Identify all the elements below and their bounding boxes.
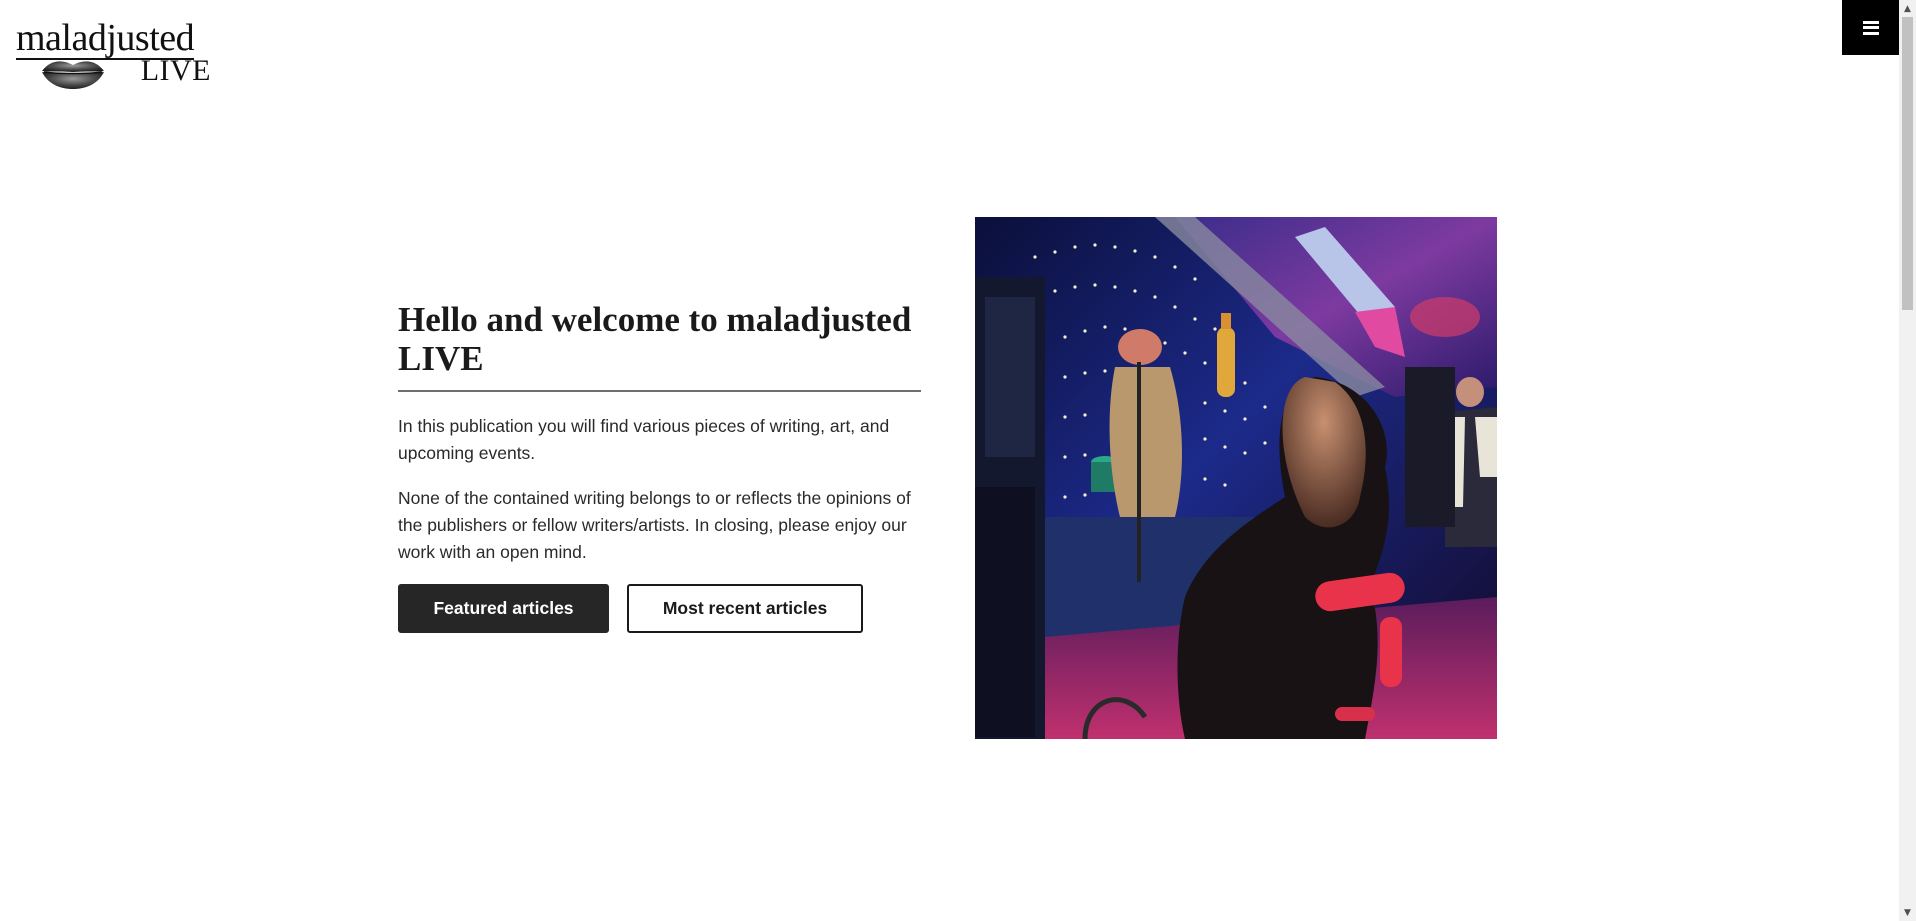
page: maladjusted LIVE Hello and welcome to ma… <box>0 0 1916 921</box>
menu-button[interactable] <box>1842 0 1900 55</box>
scroll-up-arrow-icon[interactable]: ▲ <box>1899 0 1916 17</box>
recent-articles-button[interactable]: Most recent articles <box>627 584 863 633</box>
hero-buttons: Featured articles Most recent articles <box>398 584 921 633</box>
logo-live-text: LIVE <box>140 54 211 87</box>
hero-photo <box>975 217 1497 739</box>
scroll-down-arrow-icon[interactable]: ▼ <box>1899 904 1916 921</box>
site-logo[interactable]: maladjusted LIVE <box>16 18 211 92</box>
vertical-scrollbar[interactable]: ▲ ▼ <box>1899 0 1916 921</box>
disclaimer-paragraph: None of the contained writing belongs to… <box>398 488 911 562</box>
hamburger-menu-icon <box>1863 20 1879 35</box>
intro-paragraph: In this publication you will find variou… <box>398 416 890 463</box>
lips-icon <box>42 61 104 89</box>
featured-articles-button[interactable]: Featured articles <box>398 584 609 633</box>
hero-section: Hello and welcome to maladjusted LIVE In… <box>398 300 921 633</box>
page-title: Hello and welcome to maladjusted LIVE <box>398 300 921 392</box>
scrollbar-thumb[interactable] <box>1902 17 1913 310</box>
